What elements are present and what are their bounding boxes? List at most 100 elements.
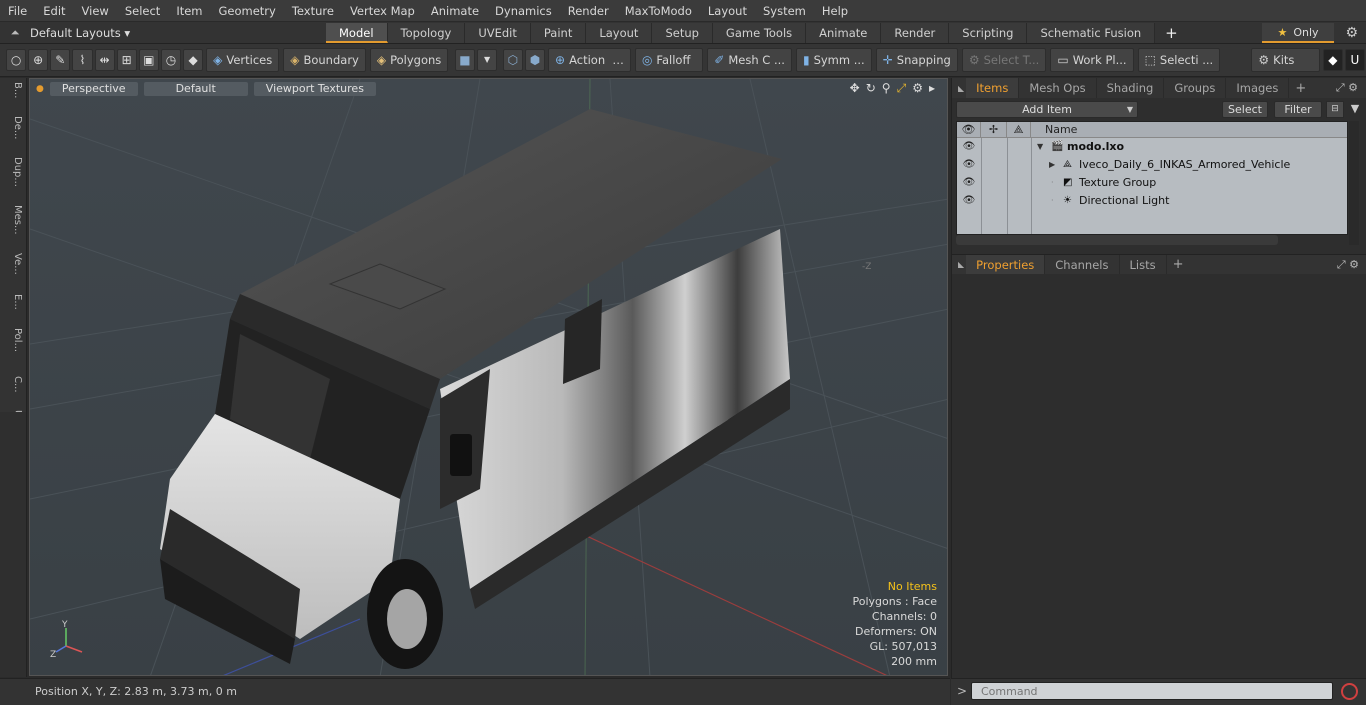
left-tab-2[interactable]: Dup... bbox=[3, 157, 23, 187]
work-plane-button[interactable]: ▭ Work Pl... bbox=[1050, 48, 1134, 72]
boundary-button[interactable]: ◈ Boundary bbox=[283, 48, 366, 72]
left-tab-7[interactable]: C... bbox=[3, 376, 23, 393]
tab-groups[interactable]: Groups bbox=[1164, 78, 1227, 98]
grid-snap-icon[interactable]: ⊞ bbox=[116, 49, 137, 71]
menu-system[interactable]: System bbox=[755, 0, 814, 22]
viewport-menu-icon[interactable]: ● bbox=[36, 84, 44, 94]
collapse-icon[interactable]: ⊟ bbox=[1326, 100, 1344, 118]
layout-tab-topology[interactable]: Topology bbox=[387, 22, 466, 43]
left-tab-3[interactable]: Mes... bbox=[3, 205, 23, 235]
shield-icon[interactable]: ⬡ bbox=[502, 49, 523, 71]
menu-help[interactable]: Help bbox=[814, 0, 856, 22]
left-tab-0[interactable]: B... bbox=[3, 82, 23, 98]
symmetry-button[interactable]: ▮ Symm ... bbox=[795, 48, 872, 72]
item-mode-icon[interactable]: ■ bbox=[454, 49, 476, 71]
expand-icon[interactable]: ▼ bbox=[1037, 138, 1043, 156]
add-tab-button[interactable]: + bbox=[1289, 81, 1312, 96]
orbit-icon[interactable]: ↻ bbox=[866, 81, 876, 96]
layout-tab-animate[interactable]: Animate bbox=[806, 22, 882, 43]
type-column-icon[interactable]: ⟁ bbox=[1007, 122, 1031, 138]
menu-maxtomodo[interactable]: MaxToModo bbox=[617, 0, 700, 22]
textures-dropdown[interactable]: Viewport Textures bbox=[253, 82, 376, 96]
tree-row[interactable]: 👁 ▼ 🎬 modo.lxo bbox=[957, 138, 1347, 156]
left-tab-6[interactable]: Pol... bbox=[3, 328, 23, 352]
move-icon[interactable]: ⇹ bbox=[94, 49, 115, 71]
add-properties-tab-button[interactable]: + bbox=[1167, 257, 1190, 272]
menu-geometry[interactable]: Geometry bbox=[211, 0, 284, 22]
tree-row[interactable]: 👁 ▶ ⟁ Iveco_Daily_6_INKAS_Armored_Vehicle bbox=[957, 156, 1347, 174]
layout-tab-setup[interactable]: Setup bbox=[652, 22, 713, 43]
layout-tab-paint[interactable]: Paint bbox=[530, 22, 587, 43]
name-column-header[interactable]: Name bbox=[1031, 122, 1347, 138]
menu-animate[interactable]: Animate bbox=[423, 0, 487, 22]
expand-icon[interactable]: ▶ bbox=[1049, 156, 1055, 174]
falloff-button[interactable]: ◎ Falloff bbox=[634, 48, 704, 72]
tab-mesh-ops[interactable]: Mesh Ops bbox=[1019, 78, 1097, 98]
only-button[interactable]: ★ Only bbox=[1262, 23, 1334, 43]
zoom-icon[interactable]: ⚲ bbox=[882, 81, 891, 96]
layout-tab-scripting[interactable]: Scripting bbox=[949, 22, 1028, 43]
menu-item[interactable]: Item bbox=[168, 0, 210, 22]
frame-icon[interactable]: ▣ bbox=[138, 49, 159, 71]
command-input[interactable] bbox=[971, 682, 1333, 700]
layout-tab-model[interactable]: Model bbox=[326, 22, 388, 43]
properties-menu-icon[interactable]: ◣ bbox=[958, 260, 964, 269]
eye-icon[interactable]: 👁 bbox=[960, 138, 978, 156]
visibility-column-icon[interactable]: 👁 bbox=[957, 122, 981, 138]
view-mode-dropdown[interactable]: Perspective bbox=[49, 82, 138, 96]
properties-gear-icon[interactable]: ⤢ ⚙ bbox=[1337, 258, 1359, 272]
layout-tab-layout[interactable]: Layout bbox=[586, 22, 653, 43]
gear-icon[interactable]: ⚙ bbox=[1345, 23, 1358, 43]
shield-alt-icon[interactable]: ⬢ bbox=[524, 49, 546, 71]
tree-row[interactable]: 👁 · ☀ Directional Light bbox=[957, 192, 1347, 210]
mode-dropdown-icon[interactable]: ▼ bbox=[477, 49, 498, 71]
eye-icon[interactable]: 👁 bbox=[960, 156, 978, 174]
tab-lists[interactable]: Lists bbox=[1120, 254, 1167, 275]
snapping-button[interactable]: ✛ Snapping bbox=[875, 48, 958, 72]
globe-icon[interactable]: ⊕ bbox=[28, 49, 49, 71]
funnel-icon[interactable]: ▼ bbox=[1347, 101, 1363, 118]
item-list-horizontal-scrollbar[interactable] bbox=[956, 235, 1278, 245]
menu-file[interactable]: File bbox=[0, 0, 35, 22]
add-layout-tab-button[interactable]: + bbox=[1155, 23, 1188, 43]
rotate-icon[interactable]: ◷ bbox=[160, 49, 181, 71]
menu-dynamics[interactable]: Dynamics bbox=[487, 0, 560, 22]
eye-icon[interactable]: 👁 bbox=[960, 192, 978, 210]
eye-icon[interactable]: 👁 bbox=[960, 174, 978, 192]
add-item-dropdown[interactable]: Add Item ▼ bbox=[956, 100, 1138, 118]
menu-view[interactable]: View bbox=[74, 0, 117, 22]
panel-gear-icon[interactable]: ⤢ ⚙ bbox=[1336, 81, 1358, 95]
tab-channels[interactable]: Channels bbox=[1045, 254, 1120, 275]
menu-vertex-map[interactable]: Vertex Map bbox=[342, 0, 423, 22]
left-tab-5[interactable]: E... bbox=[3, 294, 23, 310]
select-button[interactable]: Select bbox=[1222, 100, 1268, 118]
unity-icon[interactable]: ◆ bbox=[1322, 49, 1343, 71]
vertices-button[interactable]: ◈ Vertices bbox=[206, 48, 280, 72]
brush-icon[interactable]: ⌇ bbox=[72, 49, 93, 71]
menu-layout[interactable]: Layout bbox=[700, 0, 755, 22]
polygons-button[interactable]: ◈ Polygons bbox=[369, 48, 449, 72]
maximize-icon[interactable]: ⤢ bbox=[897, 81, 907, 96]
layout-tab-schematic-fusion[interactable]: Schematic Fusion bbox=[1027, 22, 1156, 43]
unreal-icon[interactable]: U bbox=[1344, 49, 1366, 71]
layouts-dropdown[interactable]: Default Layouts ▾ bbox=[30, 26, 326, 40]
menu-edit[interactable]: Edit bbox=[35, 0, 73, 22]
tab-shading[interactable]: Shading bbox=[1097, 78, 1165, 98]
kits-button[interactable]: ⚙ Kits bbox=[1251, 48, 1320, 72]
pen-icon[interactable]: ✎ bbox=[50, 49, 71, 71]
pan-icon[interactable]: ✥ bbox=[850, 81, 860, 96]
record-icon[interactable] bbox=[1341, 683, 1358, 700]
menu-select[interactable]: Select bbox=[117, 0, 168, 22]
shading-dropdown[interactable]: Default bbox=[143, 82, 248, 96]
menu-texture[interactable]: Texture bbox=[284, 0, 342, 22]
mesh-constraint-button[interactable]: ✐ Mesh C ... bbox=[707, 48, 792, 72]
action-center-button[interactable]: ⊕ Action … bbox=[548, 48, 631, 72]
cube-icon[interactable]: ◆ bbox=[183, 49, 204, 71]
menu-render[interactable]: Render bbox=[560, 0, 617, 22]
layout-tab-render[interactable]: Render bbox=[881, 22, 950, 43]
home-icon[interactable]: ⏶ bbox=[0, 26, 30, 40]
layout-tab-game-tools[interactable]: Game Tools bbox=[712, 22, 807, 43]
item-list-vertical-scrollbar[interactable] bbox=[1349, 121, 1359, 245]
left-tab-1[interactable]: De... bbox=[3, 116, 23, 139]
left-tab-4[interactable]: Ve... bbox=[3, 253, 23, 275]
